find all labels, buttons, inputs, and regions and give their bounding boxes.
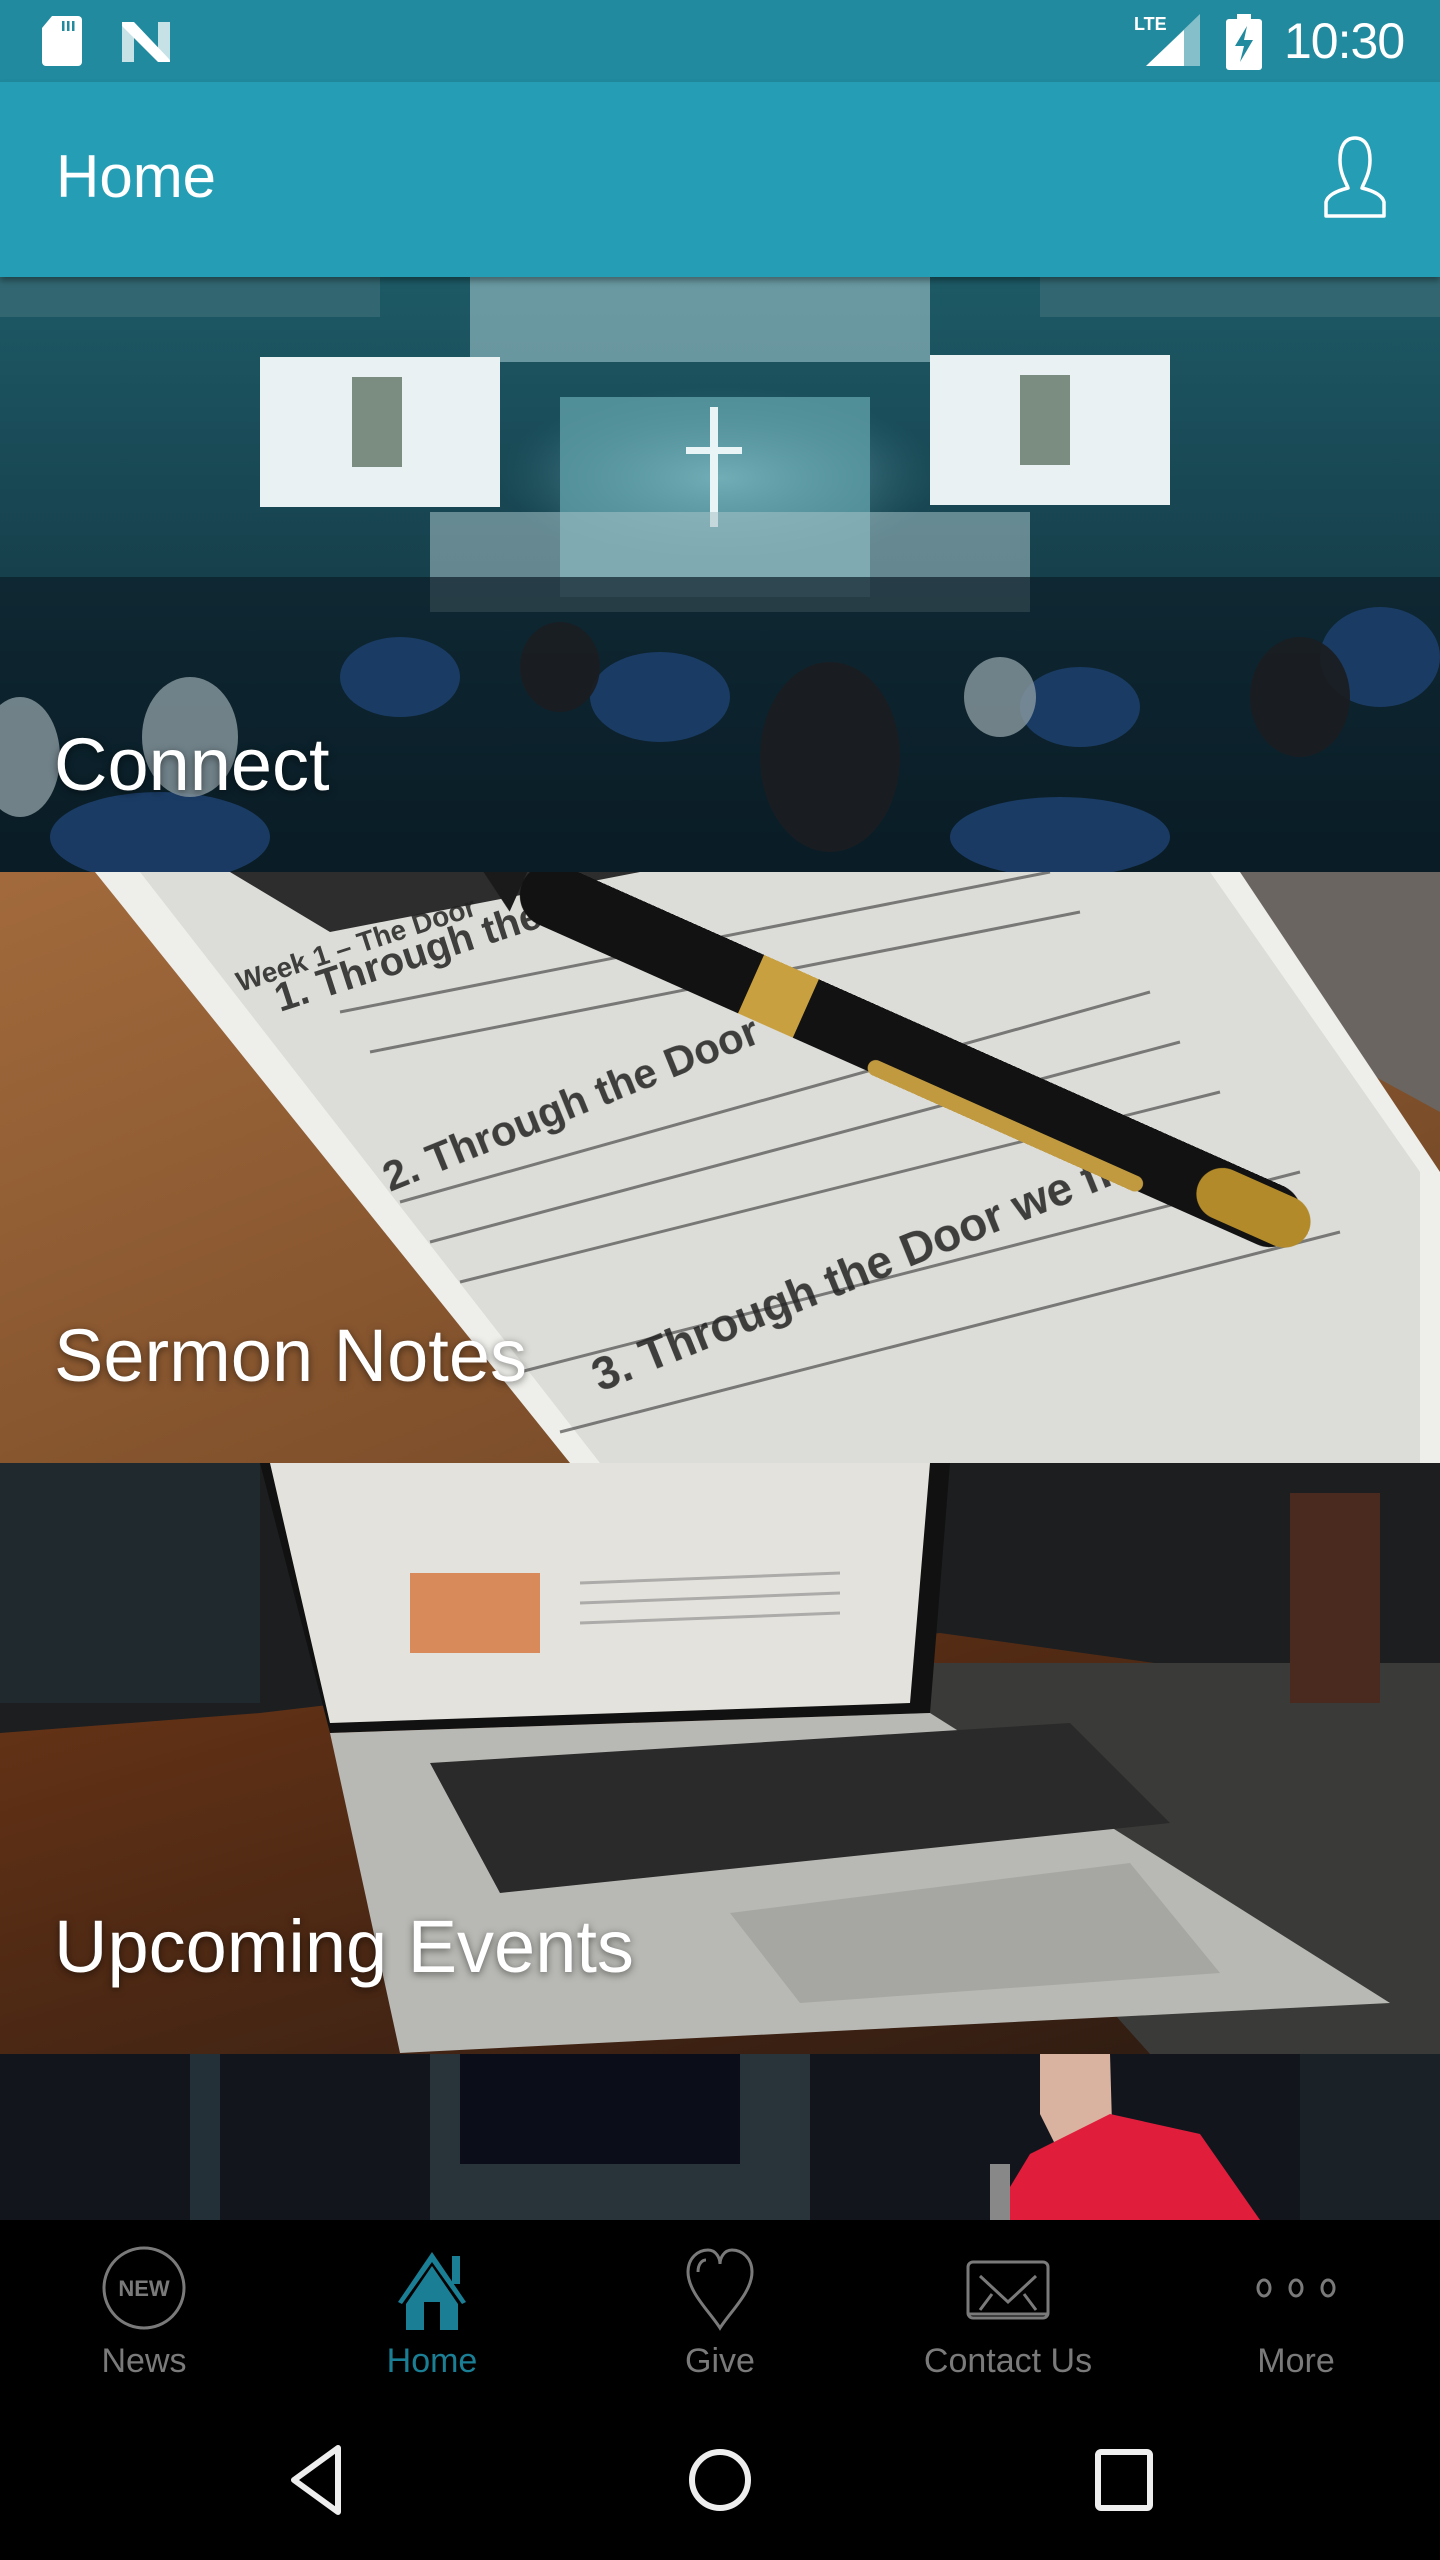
new-badge-text: NEW	[118, 2276, 170, 2301]
connect-label: Connect	[54, 723, 330, 806]
heart-icon	[686, 2248, 754, 2331]
nav-label-give: Give	[685, 2342, 755, 2380]
nav-label-news: News	[101, 2342, 187, 2380]
page-title: Home	[56, 143, 217, 210]
system-navigation-bar	[0, 2400, 1440, 2560]
back-triangle-icon	[291, 2445, 341, 2515]
system-recents-button[interactable]	[1074, 2440, 1174, 2520]
sermon-notes-card[interactable]: Week 1 – The Door 1. Through the 2. Thro…	[0, 872, 1440, 1463]
app-bar: Home	[0, 82, 1440, 277]
nav-item-give[interactable]: Give	[576, 2220, 864, 2400]
new-badge-icon: NEW	[102, 2246, 186, 2330]
house-icon	[398, 2252, 466, 2330]
profile-button[interactable]	[1310, 132, 1400, 222]
nav-label-contact-us: Contact Us	[923, 2342, 1093, 2380]
nav-label-more: More	[1257, 2342, 1335, 2380]
status-bar: LTE 10:30	[0, 0, 1440, 82]
system-back-button[interactable]	[266, 2440, 366, 2520]
bottom-navigation: NEW News Home Give Contact Us More	[0, 2220, 1440, 2400]
nav-item-contact-us[interactable]: Contact Us	[864, 2220, 1152, 2400]
envelope-icon	[966, 2260, 1050, 2320]
user-profile-icon	[1324, 136, 1386, 218]
home-circle-icon	[689, 2449, 751, 2511]
sermons-card-partial[interactable]	[0, 2054, 1440, 2220]
connect-card[interactable]: Connect	[0, 277, 1440, 872]
n-notification-icon	[122, 22, 170, 62]
pastor-image	[0, 2054, 1440, 2220]
nav-item-news[interactable]: NEW News	[0, 2220, 288, 2400]
sermon-notes-label: Sermon Notes	[54, 1314, 527, 1397]
system-home-button[interactable]	[670, 2440, 770, 2520]
nav-item-more[interactable]: More	[1152, 2220, 1440, 2400]
nav-label-home: Home	[386, 2342, 478, 2380]
nav-item-home[interactable]: Home	[288, 2220, 576, 2400]
upcoming-events-card[interactable]: Upcoming Events	[0, 1463, 1440, 2054]
sd-card-icon	[42, 16, 82, 66]
battery-charging-icon	[1226, 14, 1262, 70]
clock: 10:30	[1284, 13, 1405, 69]
upcoming-events-label: Upcoming Events	[54, 1905, 634, 1988]
more-dots-icon	[1256, 2278, 1336, 2298]
network-type-label: LTE	[1134, 14, 1167, 34]
lte-signal-icon: LTE	[1134, 14, 1200, 66]
recents-square-icon	[1095, 2449, 1153, 2511]
